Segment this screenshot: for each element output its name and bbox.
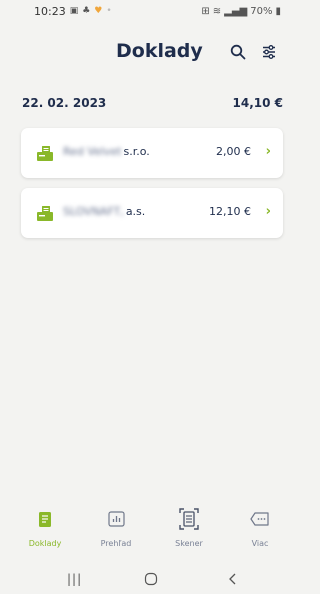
nav-label-skener: Skener (175, 539, 203, 548)
gallery-icon: ▣ (69, 6, 79, 16)
group-date: 22. 02. 2023 (22, 96, 107, 110)
page-title: Doklady (116, 40, 203, 62)
filter-button[interactable] (257, 40, 281, 64)
merchant-suffix: s.r.o. (123, 145, 150, 158)
heart-icon: ♥ (94, 6, 103, 16)
filter-icon (263, 45, 275, 59)
home-icon[interactable] (144, 572, 158, 586)
date-group-header: 22. 02. 2023 14,10 € (0, 93, 293, 113)
dot-icon: • (106, 6, 112, 16)
nav-item-skener[interactable]: Skener (159, 501, 219, 561)
receipt-amount: 12,10 € (209, 205, 251, 218)
status-left: 10:23 ▣ ♣ ♥ • (34, 5, 112, 18)
receipt-card[interactable]: SLOVNAFT, a.s. 12,10 € › (21, 188, 283, 238)
status-right: ⊞ ≋ ▂▄▆ 70% ▮ (201, 6, 281, 17)
merchant-name: Red Velvet s.r.o. (63, 145, 150, 158)
merchant-name: SLOVNAFT, a.s. (63, 205, 145, 218)
nav-item-viac[interactable]: Viac (230, 501, 290, 561)
scanner-icon (178, 507, 200, 531)
nav-label-doklady: Doklady (28, 539, 62, 548)
receipt-icon (37, 146, 53, 161)
status-time: 10:23 (34, 4, 66, 18)
chevron-right-icon: › (265, 204, 271, 219)
signal-icon: ▂▄▆ (224, 5, 248, 17)
battery-percent: 70% (250, 5, 273, 17)
more-icon (249, 507, 271, 531)
receipt-icon (37, 206, 53, 221)
chevron-right-icon: › (265, 144, 271, 159)
system-nav: ||| (0, 566, 293, 594)
recents-icon[interactable]: ||| (67, 572, 82, 586)
nav-item-doklady[interactable]: Doklady (15, 501, 75, 561)
wifi-icon: ≋ (212, 5, 222, 17)
merchant-suffix: a.s. (125, 205, 146, 218)
nav-label-prehlad: Prehľad (100, 539, 132, 548)
nfc-icon: ⊞ (201, 5, 210, 17)
back-icon[interactable] (228, 572, 238, 586)
receipt-amount: 2,00 € (216, 145, 251, 158)
receipt-icon (34, 507, 56, 531)
notification-icon: ♣ (82, 6, 91, 16)
merchant-name-blurred: Red Velvet (63, 145, 122, 158)
merchant-name-blurred: SLOVNAFT, (63, 205, 124, 218)
search-button[interactable] (226, 40, 250, 64)
group-total: 14,10 € (232, 96, 283, 110)
nav-item-prehlad[interactable]: Prehľad (86, 501, 146, 561)
nav-label-viac: Viac (251, 539, 269, 548)
status-bar: 10:23 ▣ ♣ ♥ • ⊞ ≋ ▂▄▆ 70% ▮ (0, 0, 293, 22)
bottom-nav: Doklady Prehľad Skener Viac (0, 501, 293, 561)
chart-icon (105, 507, 127, 531)
app-header: Doklady (0, 34, 293, 72)
receipt-card[interactable]: Red Velvet s.r.o. 2,00 € › (21, 128, 283, 178)
search-icon (230, 44, 246, 60)
battery-icon: ▮ (275, 5, 281, 17)
